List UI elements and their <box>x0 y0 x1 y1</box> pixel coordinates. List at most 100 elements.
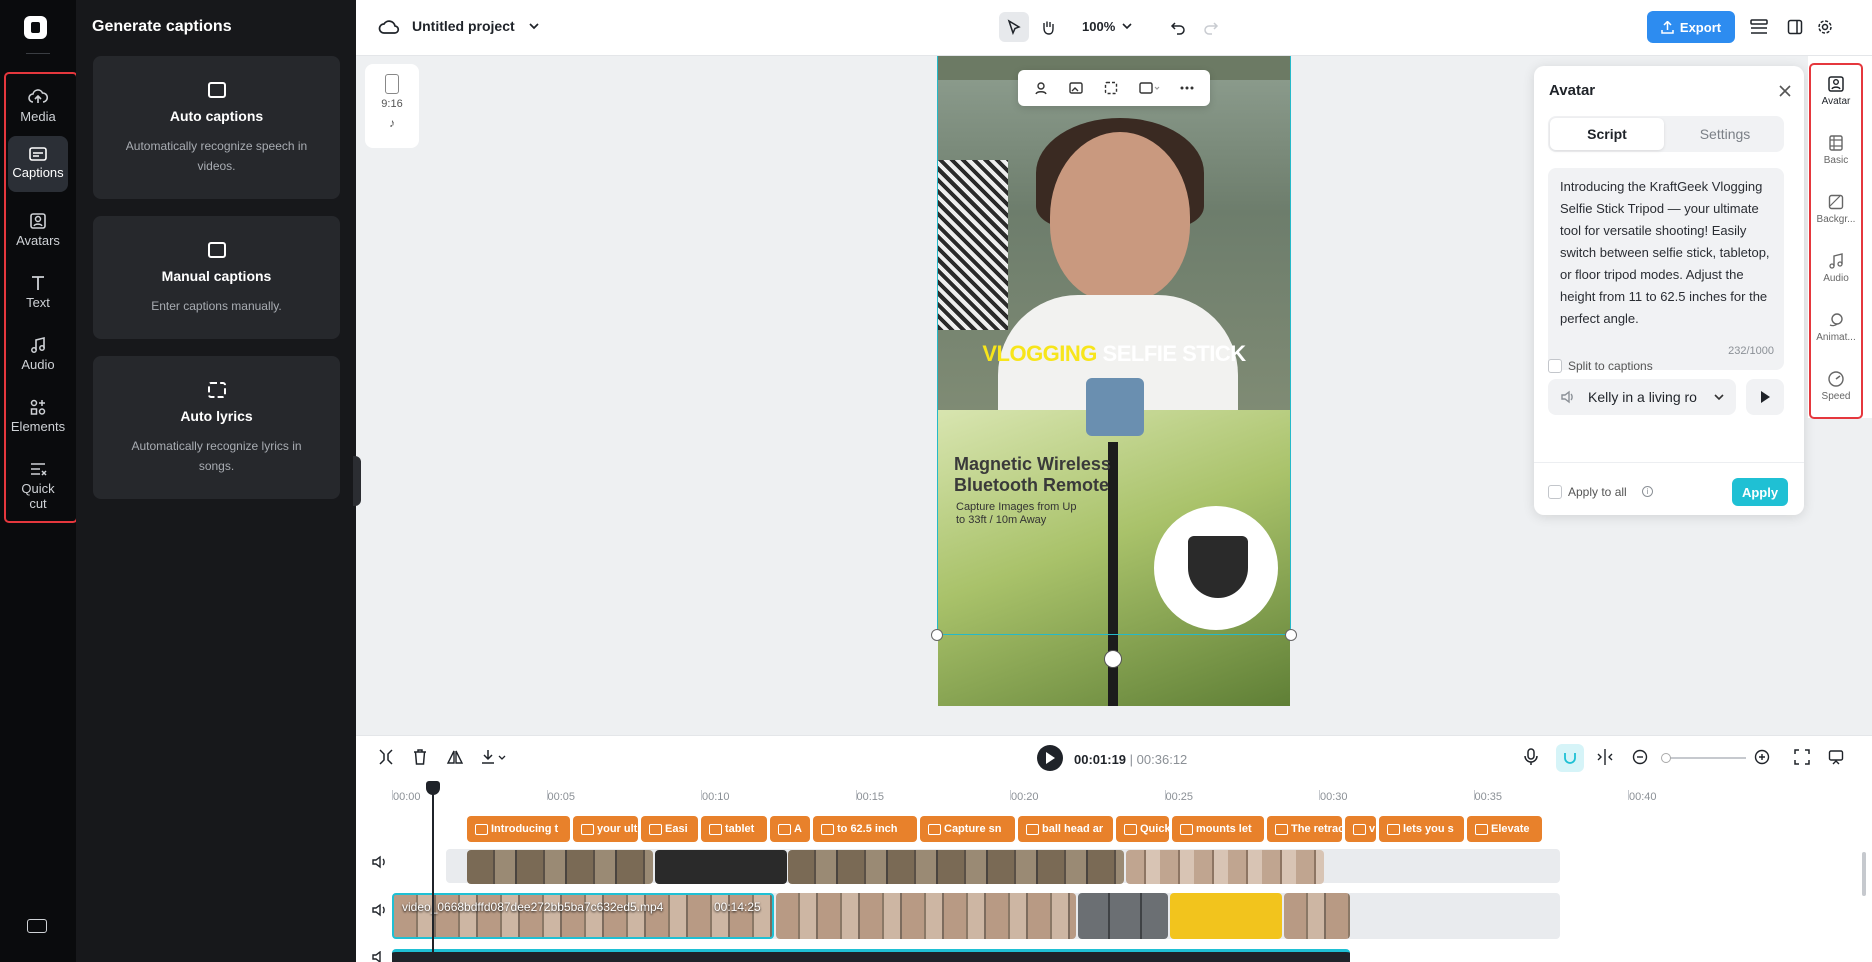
broll-clip[interactable] <box>1126 850 1324 884</box>
caption-clip[interactable]: ball head ar <box>1018 816 1113 842</box>
broll-clip[interactable] <box>655 850 787 884</box>
settings-button[interactable] <box>1810 12 1840 42</box>
tab-script[interactable]: Script <box>1550 118 1664 150</box>
char-count: 232/1000 <box>1728 345 1774 357</box>
pointer-icon <box>1007 19 1021 35</box>
select-tool-button[interactable] <box>999 12 1029 42</box>
main-clip[interactable] <box>1170 893 1282 939</box>
chevron-down-icon[interactable] <box>528 22 540 30</box>
resize-handle-bl[interactable] <box>931 629 943 641</box>
auto-lyrics-card[interactable]: Auto lyrics Automatically recognize lyri… <box>93 356 340 499</box>
undo-button[interactable] <box>1163 12 1193 42</box>
redo-icon <box>1204 22 1219 35</box>
main-track-volume-icon[interactable] <box>372 903 388 917</box>
split-captions-checkbox[interactable] <box>1548 359 1562 373</box>
apply-button[interactable]: Apply <box>1732 478 1788 506</box>
main-clip[interactable] <box>1078 893 1168 939</box>
cc-icon <box>207 82 226 98</box>
playhead[interactable] <box>432 783 434 962</box>
gear-icon <box>1818 20 1832 34</box>
caption-track[interactable]: Introducing t your ult Easi tablet Ato 62.5 … <box>356 816 1872 842</box>
caption-clip[interactable]: v <box>1345 816 1376 842</box>
track-volume-icon[interactable] <box>372 855 388 869</box>
aspect-ratio-button[interactable]: 9:16 ♪ <box>365 64 419 148</box>
layers-icon <box>1750 19 1768 34</box>
caption-clip[interactable]: Quick <box>1116 816 1169 842</box>
ruler-label: 00:40 <box>1629 791 1657 803</box>
rail-divider <box>26 53 50 54</box>
audio-track[interactable] <box>392 949 1350 962</box>
redo-button[interactable] <box>1196 12 1226 42</box>
keyboard-shortcuts-icon[interactable] <box>27 919 47 933</box>
timeline-scrollbar[interactable] <box>1862 852 1866 896</box>
ruler-tick <box>1010 790 1011 800</box>
tab-settings[interactable]: Settings <box>1668 118 1782 150</box>
main-clip-duration: 00:14:25 <box>714 900 761 914</box>
project-title[interactable]: Untitled project <box>412 18 515 34</box>
voice-select[interactable]: Kelly in a living ro <box>1548 379 1736 415</box>
layers-button[interactable] <box>1744 12 1774 42</box>
caption-clip[interactable]: Easi <box>641 816 698 842</box>
ruler-label: 00:15 <box>856 791 885 803</box>
caption-clip[interactable]: your ult <box>573 816 638 842</box>
resize-handle-br[interactable] <box>1285 629 1297 641</box>
replace-image-icon[interactable] <box>1068 80 1084 96</box>
manual-captions-card[interactable]: Manual captions Enter captions manually. <box>93 216 340 339</box>
broll-clip[interactable] <box>467 850 653 884</box>
keyboard-icon <box>207 242 226 258</box>
apply-all-checkbox[interactable] <box>1548 485 1562 499</box>
timeline: 00:01:19 | 00:36:12 00:00 00:05 00:10 00:15… <box>356 735 1872 962</box>
auto-captions-title: Auto captions <box>169 108 264 124</box>
main-clip-selected[interactable]: video_0668bdffd087dee272bb5ba7c632ed5.mp… <box>392 893 774 939</box>
phone-ratio-icon <box>385 74 399 94</box>
more-icon[interactable] <box>1179 80 1195 96</box>
zoom-level[interactable]: 100% <box>1082 19 1115 34</box>
auto-captions-card[interactable]: Auto captions Automatically recognize sp… <box>93 56 340 199</box>
app-logo[interactable] <box>24 16 47 39</box>
tiktok-icon: ♪ <box>389 116 395 130</box>
rail-highlight-box <box>4 72 78 523</box>
broll-clip[interactable] <box>788 850 1124 884</box>
ruler-tick <box>1319 790 1320 800</box>
hand-tool-button[interactable] <box>1033 12 1063 42</box>
crop-icon[interactable] <box>1103 80 1119 96</box>
panel-layout-icon <box>1787 19 1803 35</box>
audio-track-volume-icon[interactable] <box>372 951 388 962</box>
caption-clip[interactable]: Capture sn <box>920 816 1015 842</box>
background-icon[interactable] <box>1138 80 1160 96</box>
auto-lyrics-desc: Automatically recognize lyrics in songs. <box>131 439 302 473</box>
layout-button[interactable] <box>1780 12 1810 42</box>
cloud-icon <box>378 20 400 34</box>
main-clip[interactable] <box>776 893 1076 939</box>
caption-clip[interactable]: Introducing t <box>467 816 570 842</box>
script-textarea[interactable]: Introducing the KraftGeek Vlogging Selfi… <box>1548 168 1784 370</box>
rotate-handle[interactable] <box>1104 650 1122 668</box>
ruler-label: 00:20 <box>1011 791 1039 803</box>
left-rail: Media Captions Avatars Text Audio Elemen… <box>0 0 78 962</box>
script-text: Introducing the KraftGeek Vlogging Selfi… <box>1560 179 1770 326</box>
manual-captions-title: Manual captions <box>161 268 272 284</box>
caption-clip[interactable]: mounts let <box>1172 816 1264 842</box>
panel-title: Generate captions <box>92 18 232 35</box>
top-bar: Untitled project 100% Export <box>356 0 1872 56</box>
preview-voice-button[interactable] <box>1746 379 1784 415</box>
selection-box[interactable] <box>937 56 1291 635</box>
caption-clip[interactable]: lets you s <box>1379 816 1464 842</box>
caption-clip[interactable]: A <box>770 816 810 842</box>
caption-clip[interactable]: Elevate <box>1467 816 1542 842</box>
zoom-chevron-icon[interactable] <box>1122 23 1132 30</box>
avatar-tabs: Script Settings <box>1548 116 1784 152</box>
avatar-swap-icon[interactable] <box>1033 80 1049 96</box>
caption-clip[interactable]: tablet <box>701 816 767 842</box>
caption-clip[interactable]: The retract <box>1267 816 1342 842</box>
ruler-label: 00:00 <box>393 791 421 803</box>
ruler-tick <box>1164 790 1166 800</box>
voice-icon <box>1561 390 1573 404</box>
info-icon[interactable]: i <box>1642 486 1653 497</box>
time-ruler[interactable]: 00:00 00:05 00:10 00:15 00:20 00:25 00:30 00:35… <box>356 736 1872 811</box>
close-icon[interactable] <box>1778 84 1792 98</box>
collapse-panel-handle[interactable] <box>353 456 361 506</box>
main-clip[interactable] <box>1284 893 1350 939</box>
export-button[interactable]: Export <box>1647 11 1735 43</box>
caption-clip[interactable]: to 62.5 inch <box>813 816 917 842</box>
